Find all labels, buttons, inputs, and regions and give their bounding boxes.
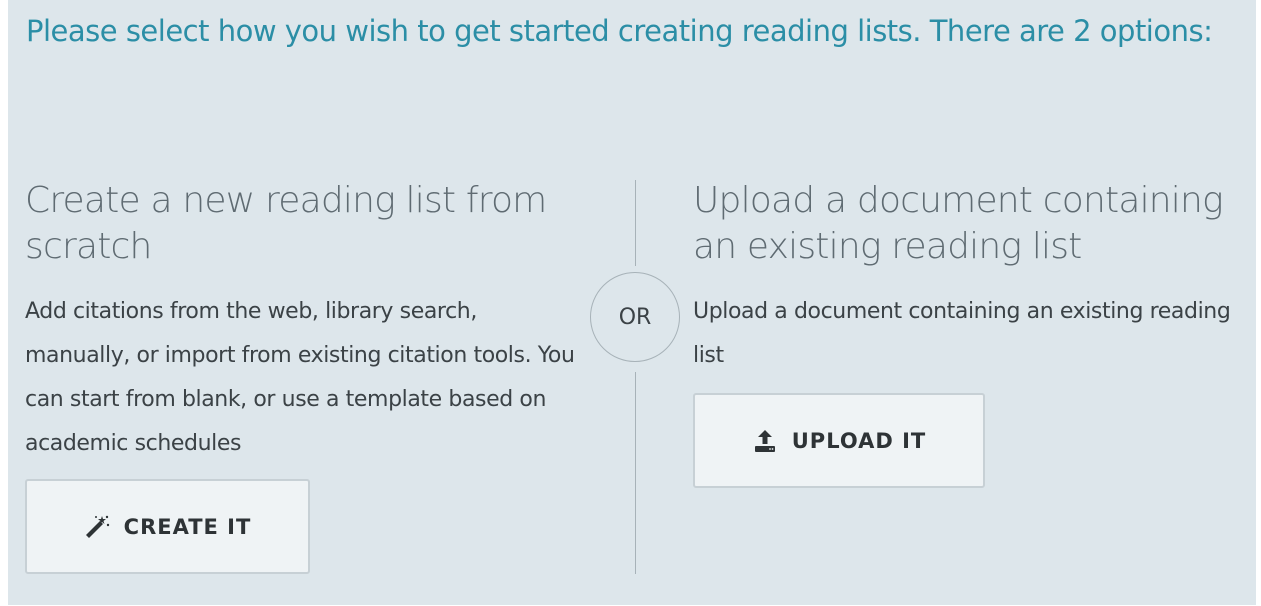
upload-it-button-label: UPLOAD IT [791, 428, 927, 453]
divider-line-top [635, 180, 636, 266]
get-started-panel: Please select how you wish to get starte… [8, 0, 1256, 605]
create-option-section: Create a new reading list from scratch A… [25, 178, 585, 466]
upload-it-button[interactable]: UPLOAD IT [693, 393, 985, 488]
magic-wand-icon [84, 514, 110, 540]
upload-option-heading: Upload a document containing an existing… [693, 180, 1224, 267]
divider-line-bottom [635, 372, 636, 574]
create-it-button[interactable]: CREATE IT [25, 479, 310, 574]
upload-option-description: Upload a document containing an existing… [693, 299, 1231, 368]
upload-option-section: Upload a document containing an existing… [693, 178, 1248, 378]
or-label: OR [618, 304, 652, 330]
create-option-description: Add citations from the web, library sear… [25, 299, 575, 456]
create-option-heading: Create a new reading list from scratch [25, 180, 547, 267]
upload-icon [752, 428, 778, 454]
create-it-button-label: CREATE IT [123, 514, 252, 539]
or-divider: OR [590, 272, 680, 362]
page-title: Please select how you wish to get starte… [26, 14, 1213, 48]
